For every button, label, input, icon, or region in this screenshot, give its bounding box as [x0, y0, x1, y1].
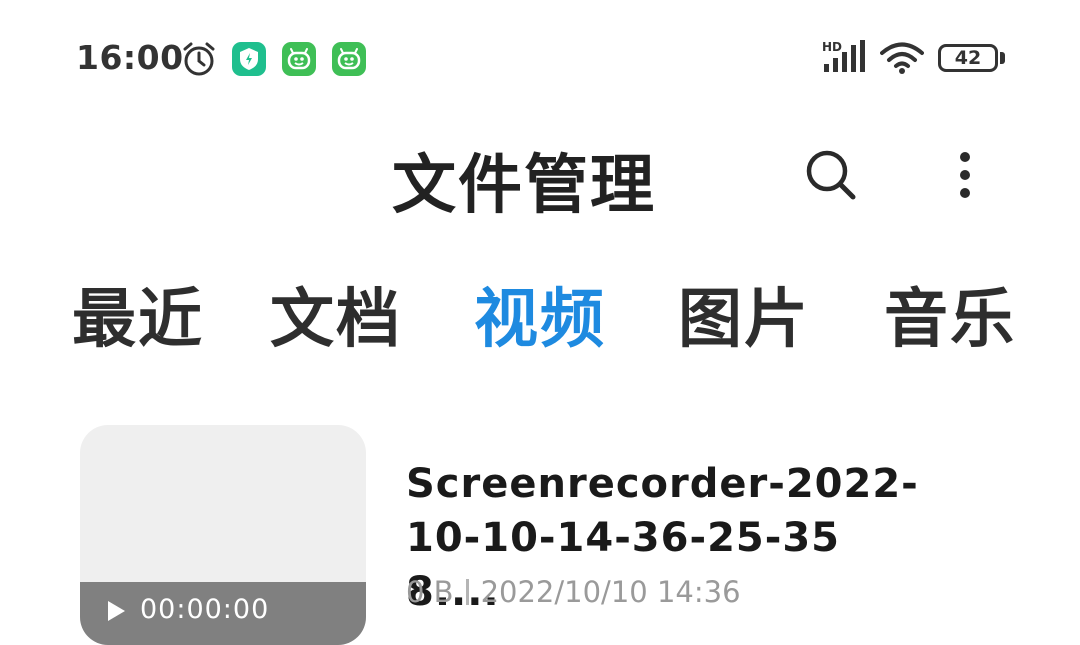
search-icon — [806, 150, 856, 200]
app-header: 文件管理 — [0, 110, 1080, 230]
battery-cap — [1000, 52, 1005, 64]
shield-app-icon — [232, 42, 266, 76]
robot-app-icon — [282, 42, 316, 76]
tab-documents[interactable]: 文档 — [270, 268, 402, 360]
tab-videos[interactable]: 视频 — [474, 268, 606, 360]
video-duration: 00:00:00 — [140, 594, 270, 625]
battery-level: 42 — [954, 47, 982, 69]
alarm-icon — [180, 40, 218, 82]
tab-music[interactable]: 音乐 — [884, 268, 1016, 360]
video-thumbnail[interactable]: 00:00:00 — [80, 425, 366, 645]
search-button[interactable] — [800, 144, 862, 206]
wifi-icon — [880, 42, 924, 78]
tab-images[interactable]: 图片 — [678, 268, 810, 360]
file-date: 2022/10/10 14:36 — [480, 575, 741, 609]
more-vertical-icon — [960, 152, 970, 198]
status-time: 16:00 — [76, 38, 184, 77]
robot-app-icon — [332, 42, 366, 76]
thumbnail-duration-bar: 00:00:00 — [80, 582, 366, 645]
file-meta: 0 B 2022/10/10 14:36 — [406, 575, 741, 609]
meta-divider — [465, 579, 469, 605]
battery-icon: 42 — [938, 44, 998, 72]
list-item[interactable]: 00:00:00 Screenrecorder-2022-10-10-14-36… — [0, 425, 1080, 645]
status-bar: 16:00 HD 42 — [0, 0, 1080, 110]
file-size: 0 B — [406, 575, 454, 609]
page-title: 文件管理 — [392, 149, 656, 223]
category-tabs: 最近 文档 视频 图片 音乐 — [0, 258, 1080, 358]
signal-icon: HD — [822, 40, 866, 78]
network-type-label: HD — [822, 40, 842, 54]
tab-recent[interactable]: 最近 — [72, 268, 204, 360]
play-icon — [108, 601, 125, 621]
more-button[interactable] — [945, 144, 985, 206]
